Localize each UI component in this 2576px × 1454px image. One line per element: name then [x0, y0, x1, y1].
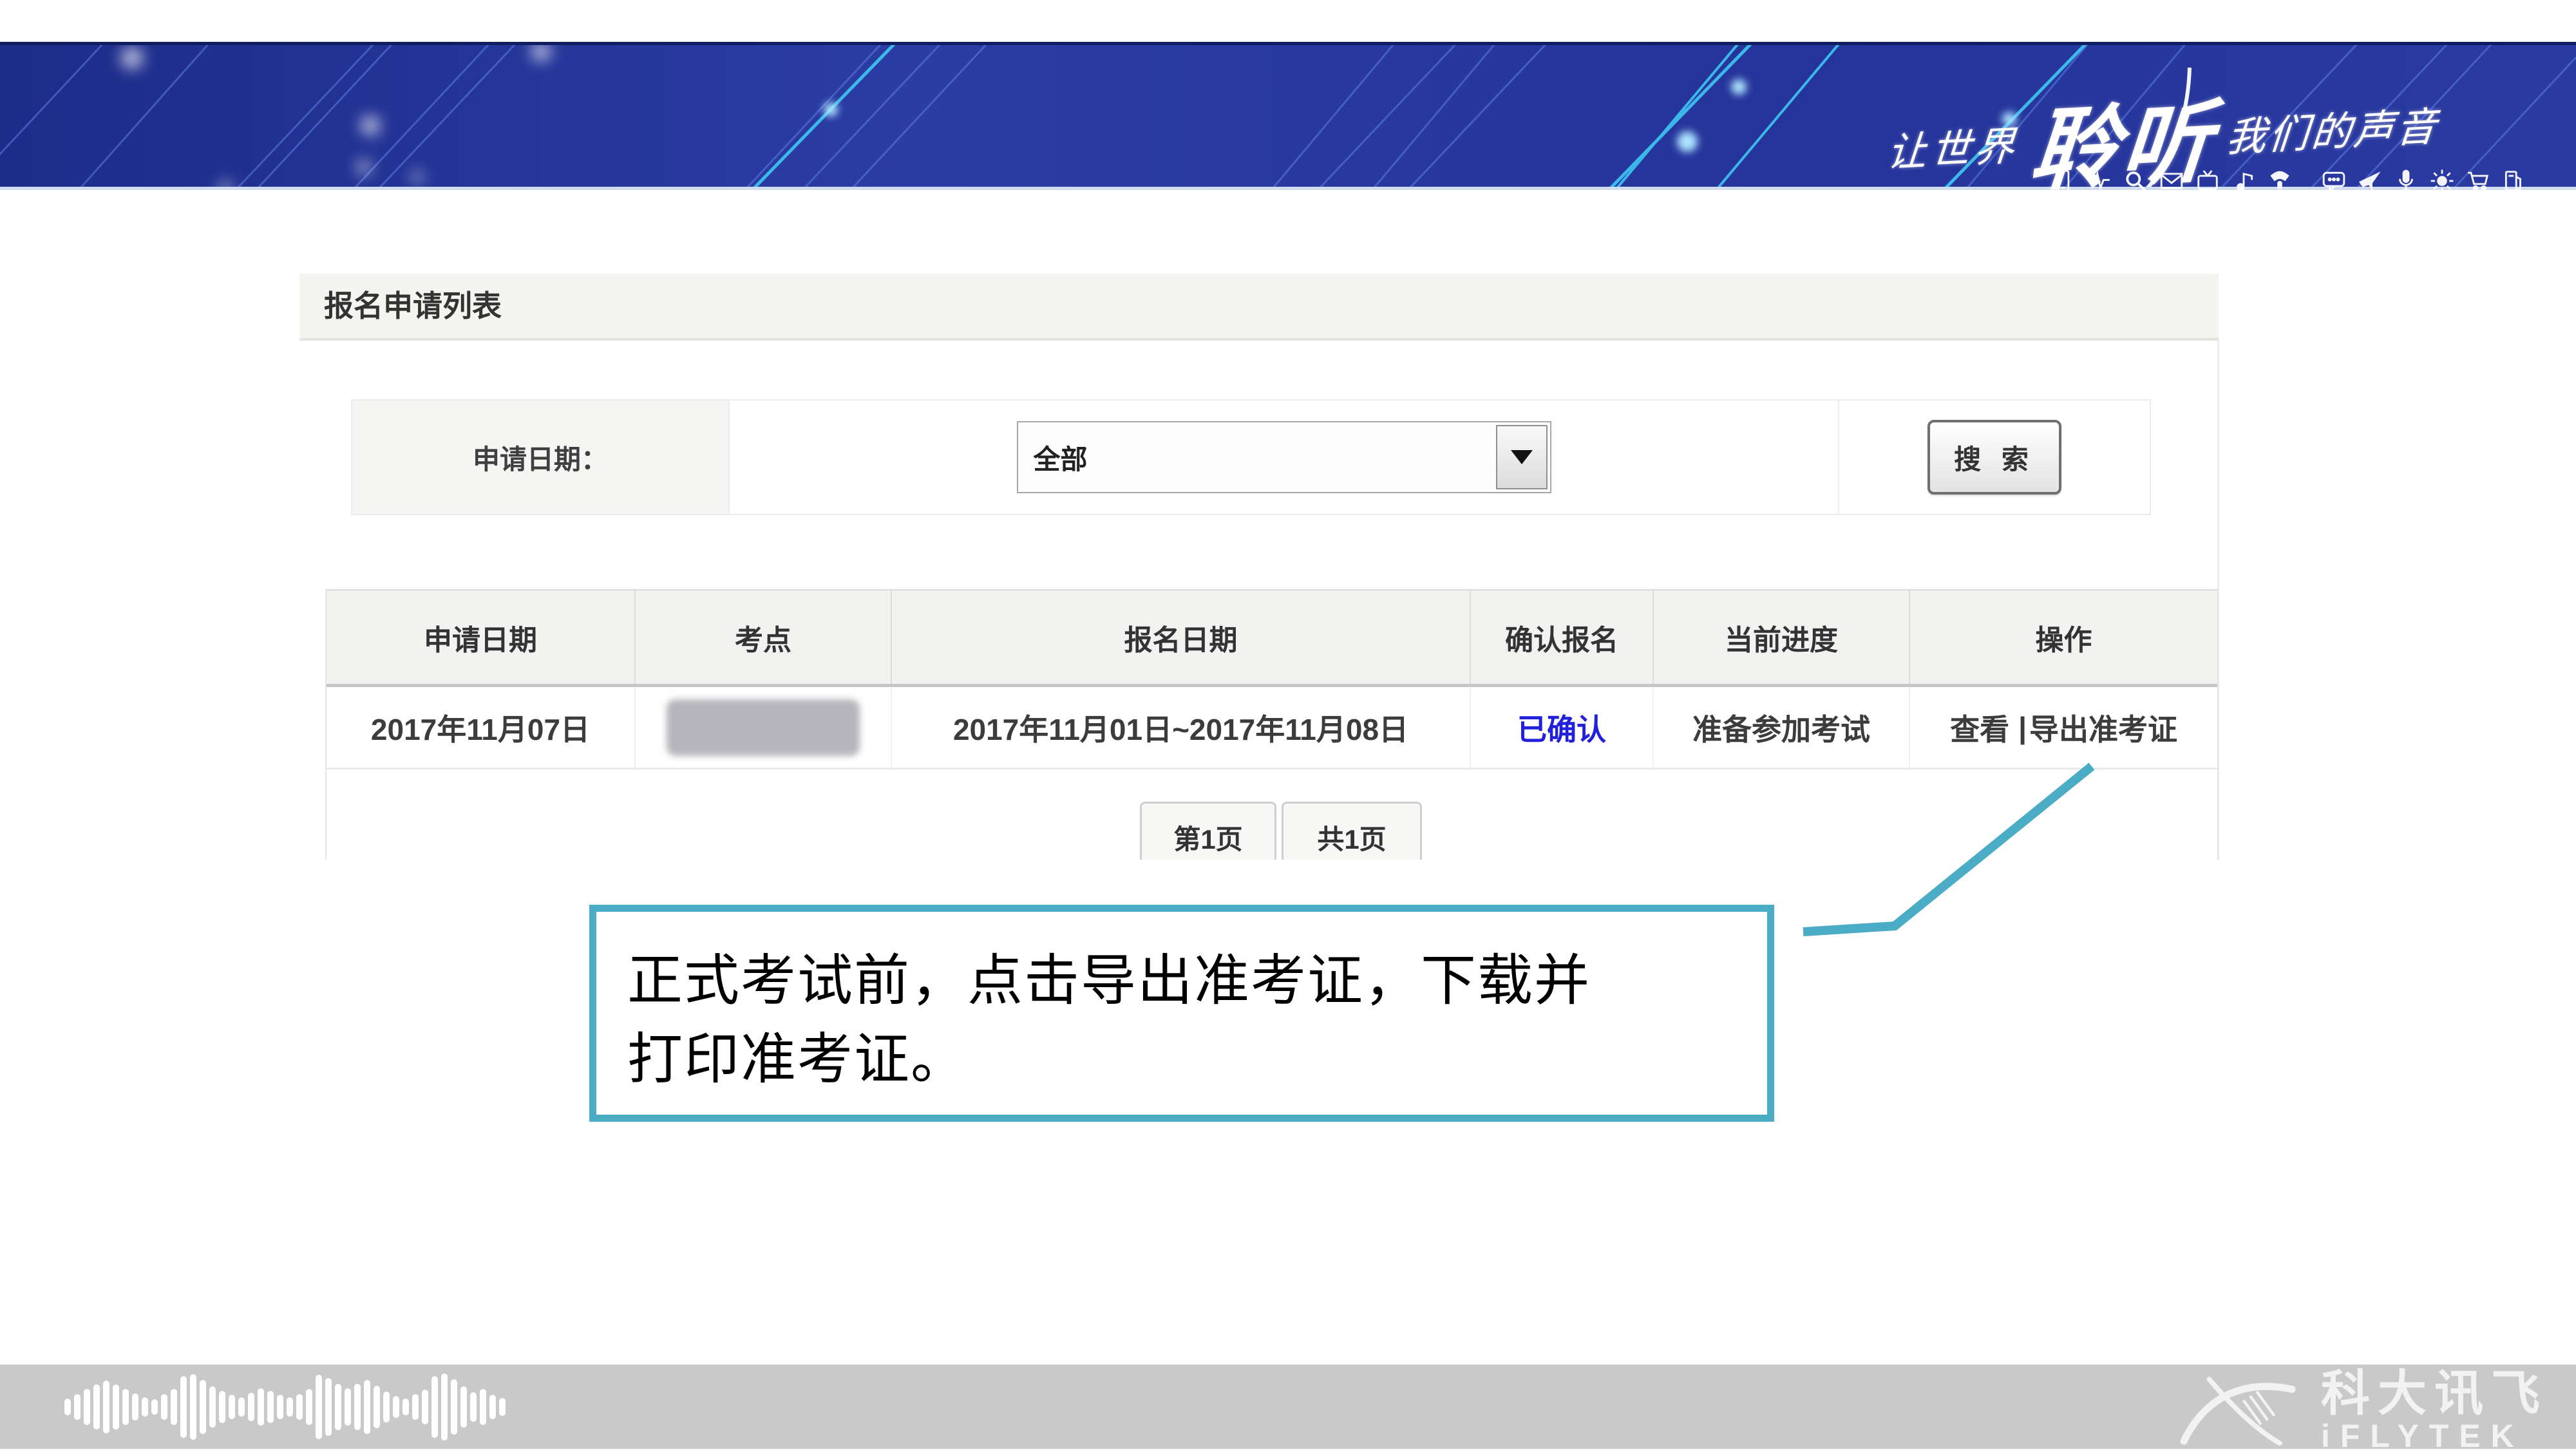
mail-icon: [2159, 169, 2184, 190]
search-icon: [2123, 169, 2148, 190]
confirmed-badge: 已确认: [1517, 706, 1606, 749]
select-dropdown-button[interactable]: [1496, 425, 1548, 489]
mobile-phone-icon: [2051, 169, 2076, 190]
header-signup-period: 报名日期: [892, 590, 1471, 684]
search-panel: 申请日期： 全部 搜 索: [351, 399, 2151, 515]
tv-icon: [2195, 169, 2220, 190]
pulse-icon: [2087, 169, 2112, 190]
chat-bubble-icon: [2322, 169, 2346, 190]
phone-call-icon: [2268, 169, 2292, 190]
table-row: 2017年11月07日 2017年11月01日~2017年11月08日 已确认 …: [327, 687, 2217, 769]
iflytek-logo: 科大讯飞 iFLYTEK: [2170, 1368, 2548, 1452]
section-title-bar: 报名申请列表: [299, 274, 2219, 341]
application-table: 申请日期 考点 报名日期 确认报名 当前进度 操作 2017年11月07日 20…: [325, 589, 2219, 860]
annotation-callout-box: 正式考试前，点击导出准考证，下载并 打印准考证。: [589, 905, 1774, 1122]
exam-site-redacted-blur: [667, 699, 860, 756]
cell-progress: 准备参加考试: [1654, 687, 1910, 768]
fuel-pump-icon: [2502, 169, 2526, 190]
audio-waveform-icon: [64, 1364, 506, 1449]
microphone-icon: [2394, 169, 2418, 190]
page-total-button[interactable]: 共1页: [1282, 802, 1422, 860]
callout-text-line1: 正式考试前，点击导出准考证，下载并: [627, 941, 1767, 1020]
header-progress: 当前进度: [1654, 590, 1910, 684]
export-admission-ticket-link[interactable]: 导出准考证: [2029, 706, 2177, 749]
cell-confirm-status: 已确认: [1471, 687, 1654, 768]
table-header-row: 申请日期 考点 报名日期 确认报名 当前进度 操作: [327, 589, 2217, 687]
apply-date-select-value: 全部: [1018, 438, 1088, 477]
action-separator: |: [2018, 710, 2027, 745]
banner-icon-row: [2051, 169, 2502, 190]
header-apply-date: 申请日期: [327, 590, 636, 684]
chevron-down-icon: [1511, 450, 1533, 464]
callout-text-line2: 打印准考证。: [627, 1020, 1767, 1099]
view-link[interactable]: 查看: [1950, 706, 2009, 749]
iflytek-swoosh-icon: [2170, 1372, 2306, 1449]
search-button[interactable]: 搜 索: [1927, 420, 2061, 495]
apply-date-label: 申请日期：: [352, 401, 730, 514]
cell-apply-date: 2017年11月07日: [327, 687, 636, 768]
header-confirm: 确认报名: [1471, 590, 1654, 684]
page-current-button[interactable]: 第1页: [1140, 802, 1276, 860]
search-button-cell: 搜 索: [1839, 401, 2150, 514]
shopping-cart-icon: [2466, 169, 2490, 190]
footer-bar: 科大讯飞 iFLYTEK: [0, 1364, 2576, 1449]
table-pagination-row: 第1页 共1页: [327, 769, 2217, 860]
plane-icon: [2358, 169, 2382, 190]
brand-name-en: iFLYTEK: [2321, 1420, 2548, 1452]
top-banner: 让世界 聆听 我们的声音: [0, 42, 2576, 190]
slogan-suffix: 我们的声音: [2223, 93, 2441, 177]
page-title: 报名申请列表: [299, 274, 2219, 338]
header-exam-site: 考点: [636, 590, 892, 684]
sun-icon: [2430, 169, 2454, 190]
header-actions: 操作: [1910, 590, 2217, 684]
cell-actions: 查看 | 导出准考证: [1910, 687, 2217, 768]
apply-date-select-cell: 全部: [730, 401, 1839, 514]
cell-signup-period: 2017年11月01日~2017年11月08日: [892, 687, 1471, 768]
cell-exam-site: [636, 687, 892, 768]
brand-name-cn: 科大讯飞: [2321, 1368, 2548, 1420]
music-note-icon: [2231, 169, 2256, 190]
slogan-prefix: 让世界: [1884, 113, 2022, 190]
apply-date-select[interactable]: 全部: [1017, 421, 1551, 493]
